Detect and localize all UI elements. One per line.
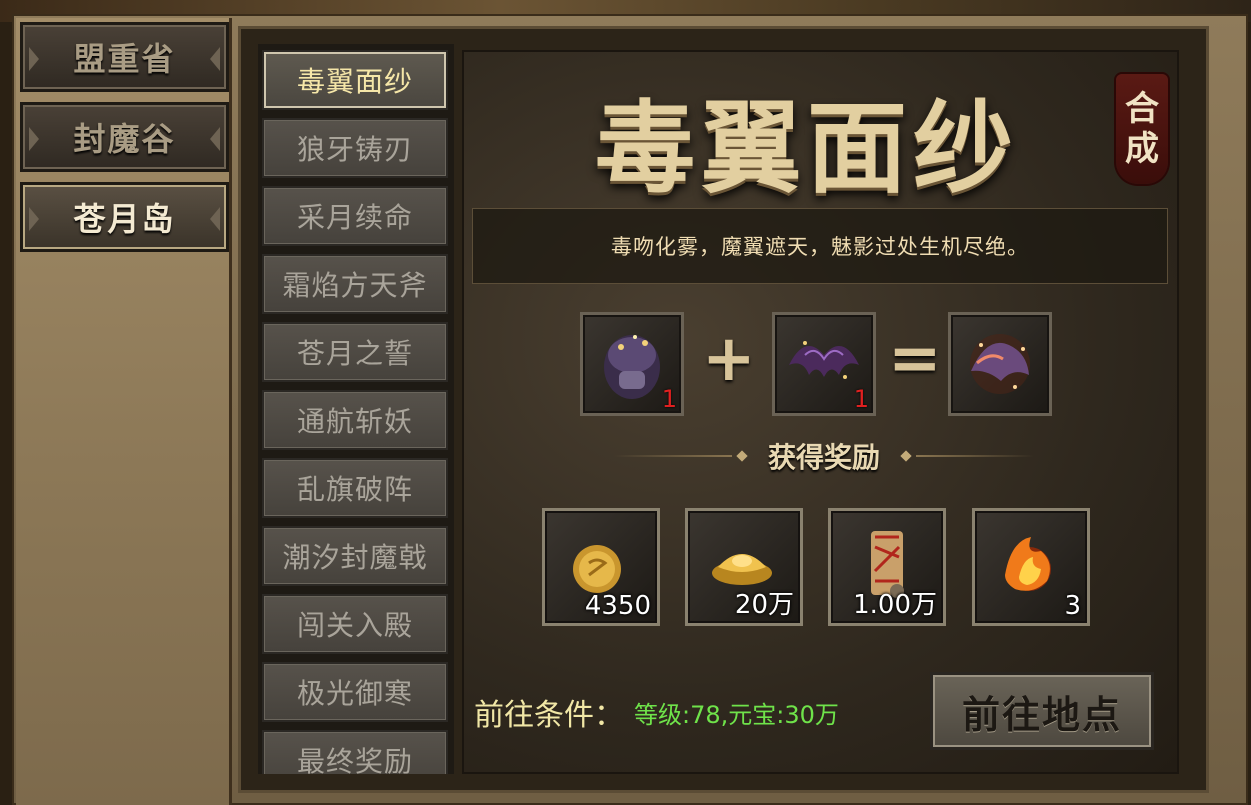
chevron-right-icon (210, 47, 220, 71)
region-tab-label: 封魔谷 (73, 120, 176, 158)
quest-item[interactable]: 潮汐封魔戟 (262, 526, 448, 586)
condition-value: 等级:78,元宝:30万 (634, 700, 839, 729)
rewards-label: 获得奖励 (768, 441, 881, 474)
chevron-left-icon (29, 207, 39, 231)
quest-item-label: 霜焰方天斧 (282, 269, 428, 302)
quest-item[interactable]: 乱旗破阵 (262, 458, 448, 518)
synthesize-button[interactable]: 合 成 (1116, 74, 1168, 184)
chevron-right-icon (210, 127, 220, 151)
condition-label: 前往条件： (474, 698, 624, 733)
quest-item[interactable]: 苍月之誓 (262, 322, 448, 382)
reward-count: 3 (1064, 591, 1081, 621)
quest-list[interactable]: 毒翼面纱 狼牙铸刃 采月续命 霜焰方天斧 苍月之誓 通航斩妖 乱旗破阵 潮汐封魔… (258, 44, 454, 774)
quest-item-label: 毒翼面纱 (296, 65, 413, 98)
divider (614, 455, 732, 457)
region-tab-mengzhongsheng[interactable]: 盟重省 (20, 22, 229, 92)
chevron-right-icon (210, 207, 220, 231)
reward-count: 20万 (734, 590, 794, 620)
result-slot[interactable] (948, 312, 1052, 416)
quest-item-label: 闯关入殿 (296, 609, 413, 642)
chevron-left-icon (29, 127, 39, 151)
rewards-header: 获得奖励 (614, 438, 1035, 474)
quest-item[interactable]: 闯关入殿 (262, 594, 448, 654)
quest-item[interactable]: 通航斩妖 (262, 390, 448, 450)
plus-sign: + (702, 322, 756, 396)
reward-slot[interactable]: 20万 (685, 508, 803, 626)
material-count: 1 (853, 385, 869, 413)
reward-count: 1.00万 (853, 590, 937, 620)
region-tab-cangyuedao[interactable]: 苍月岛 (20, 182, 229, 252)
material-slot[interactable]: 1 (772, 312, 876, 416)
quest-item-label: 最终奖励 (296, 745, 413, 774)
quest-item[interactable]: 霜焰方天斧 (262, 254, 448, 314)
quest-item-label: 极光御寒 (296, 677, 413, 710)
quest-item[interactable]: 毒翼面纱 (262, 50, 448, 110)
quest-title: 毒翼面纱 (595, 88, 1019, 207)
region-tab-label: 苍月岛 (73, 200, 176, 238)
material-slot[interactable]: 1 (580, 312, 684, 416)
travel-condition: 前往条件： 等级:78,元宝:30万 (474, 692, 839, 733)
quest-item-label: 通航斩妖 (296, 405, 413, 438)
reward-count: 4350 (584, 591, 651, 621)
quest-item-label: 苍月之誓 (296, 337, 413, 370)
divider (916, 455, 1035, 457)
quest-item[interactable]: 最终奖励 (262, 730, 448, 774)
reward-slot[interactable]: 3 (972, 508, 1090, 626)
reward-slot[interactable]: 1.00万 (828, 508, 946, 626)
quest-item-label: 乱旗破阵 (296, 473, 413, 506)
quest-detail: 毒翼面纱 合 成 毒吻化雾，魔翼遮天，魅影过处生机尽绝。 1 + 1 = 获得奖… (462, 50, 1179, 774)
region-tab-fengmogu[interactable]: 封魔谷 (20, 102, 229, 172)
quest-item[interactable]: 采月续命 (262, 186, 448, 246)
diamond-ornament-icon (736, 450, 748, 462)
region-tab-label: 盟重省 (73, 40, 176, 78)
description-text: 毒吻化雾，魔翼遮天，魅影过处生机尽绝。 (611, 235, 1029, 259)
quest-item-label: 采月续命 (296, 201, 413, 234)
equals-sign: = (888, 322, 942, 396)
winged-mask-icon (970, 334, 1030, 394)
go-to-location-button[interactable]: 前往地点 (930, 672, 1154, 750)
synthesize-label: 成 (1125, 129, 1159, 169)
go-button-label: 前往地点 (961, 692, 1122, 737)
material-count: 1 (661, 385, 677, 413)
diamond-ornament-icon (900, 450, 912, 462)
quest-item[interactable]: 狼牙铸刃 (262, 118, 448, 178)
synthesize-label: 合 (1125, 89, 1159, 129)
quest-item-label: 潮汐封魔戟 (282, 541, 428, 574)
quest-description: 毒吻化雾，魔翼遮天，魅影过处生机尽绝。 (472, 208, 1168, 284)
reward-slot[interactable]: 4350 (542, 508, 660, 626)
quest-item[interactable]: 极光御寒 (262, 662, 448, 722)
quest-item-label: 狼牙铸刃 (296, 133, 413, 166)
chevron-left-icon (29, 47, 39, 71)
